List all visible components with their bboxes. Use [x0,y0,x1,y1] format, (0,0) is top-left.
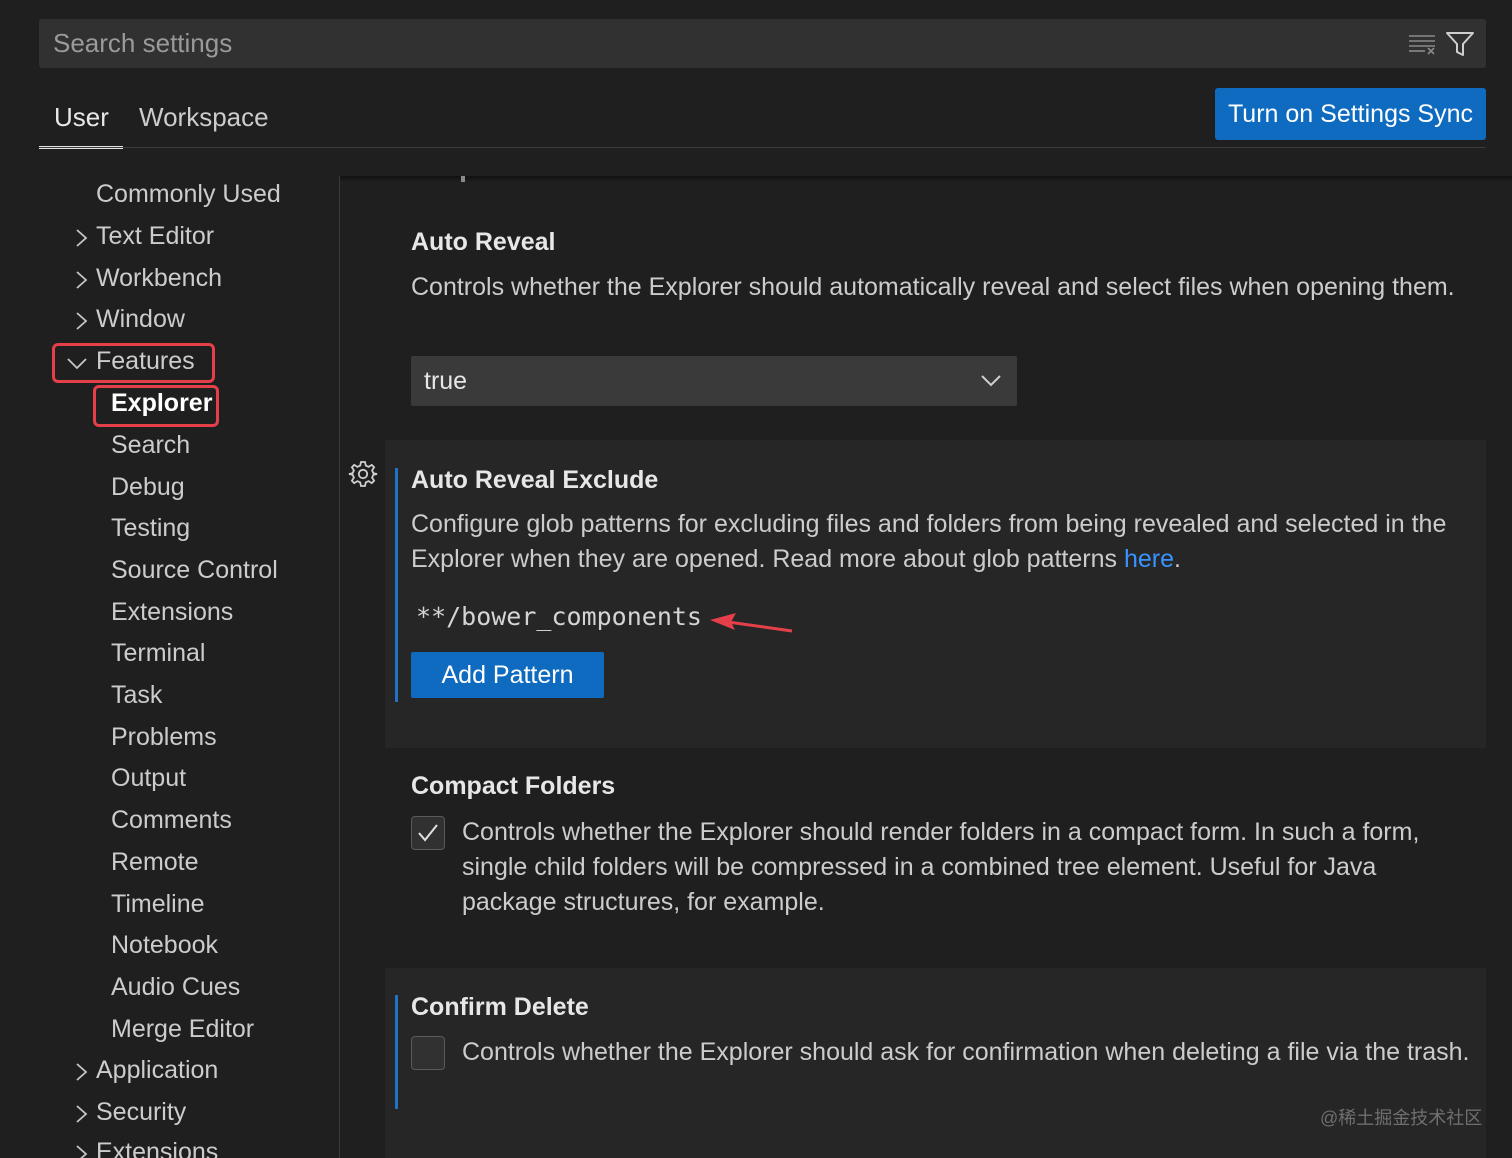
tree-item-label: Search [111,431,191,459]
check-icon [418,824,438,842]
tree-item-label: Security [96,1098,187,1126]
setting-title: Compact Folders [411,772,616,800]
confirm-delete-checkbox[interactable] [411,1036,445,1070]
chevron-right-icon [76,312,88,330]
tree-item-label: Extensions [96,1138,219,1158]
tree-item-label: Notebook [111,931,219,959]
setting-description: Configure glob patterns for excluding fi… [411,507,1471,577]
setting-description: Controls whether the Explorer should aut… [411,273,1455,301]
chevron-right-icon [76,1063,88,1081]
chevron-right-icon [76,229,88,247]
scroll-indicator [461,176,465,182]
search-input[interactable] [53,19,1353,68]
tabs-divider [39,147,1486,148]
description-text: Configure glob patterns for excluding fi… [411,510,1447,573]
scroll-shadow [340,176,1512,182]
auto-reveal-select[interactable]: true [411,356,1017,406]
focus-indicator-bar [395,995,398,1109]
red-arrow-annotation [710,613,793,633]
tree-item-label: Workbench [96,264,222,292]
tree-item-label: Application [96,1056,219,1084]
tree-item-label: Comments [111,806,232,834]
search-bar [39,19,1486,68]
add-pattern-button[interactable]: Add Pattern [411,652,604,698]
exclude-pattern-item[interactable]: **/bower_components [416,602,702,631]
gear-icon[interactable] [348,459,378,489]
filter-icon[interactable] [1445,30,1475,58]
description-end: . [1174,545,1181,573]
tree-item-label: Audio Cues [111,973,241,1001]
watermark: @稀土掘金技术社区 [1320,1108,1483,1128]
tree-item-label: Remote [111,848,199,876]
setting-title: Confirm Delete [411,993,589,1021]
glob-patterns-link[interactable]: here [1124,545,1174,573]
chevron-right-icon [76,1145,88,1158]
setting-description: Controls whether the Explorer should ren… [462,818,1420,916]
tree-item-label: Terminal [111,639,206,667]
select-value: true [424,367,468,395]
tree-item-label: Task [111,681,163,709]
tree-item-label: Debug [111,473,185,501]
tree-item-label: Source Control [111,556,278,584]
tree-item-label: Output [111,764,187,792]
focus-indicator-bar [395,468,398,702]
tree-item-label: Merge Editor [111,1015,255,1043]
clear-filter-icon[interactable] [1407,31,1437,57]
compact-folders-checkbox[interactable] [411,816,445,850]
tree-item-label: Text Editor [96,222,215,250]
settings-list: Auto Reveal Controls whether the Explore… [340,176,1512,1158]
tree-item-label: Commonly Used [96,180,281,208]
tree-item-label: Window [96,305,185,333]
setting-title: Auto Reveal [411,228,556,256]
turn-on-settings-sync-button[interactable]: Turn on Settings Sync [1215,88,1486,140]
tree-item-label: Testing [111,514,191,542]
explorer-highlight-box [93,385,219,427]
setting-title: Auto Reveal Exclude [411,466,659,494]
tab-user[interactable]: User [54,102,109,133]
tree-item-label: Problems [111,723,217,751]
setting-description: Controls whether the Explorer should ask… [462,1038,1470,1066]
settings-toc-tree: Commonly Used Text Editor Workbench Wind… [0,176,338,1158]
chevron-right-icon [76,271,88,289]
chevron-down-icon [981,375,1001,387]
tree-item-label: Extensions [111,598,234,626]
tab-workspace[interactable]: Workspace [139,102,269,133]
chevron-right-icon [76,1105,88,1123]
tree-item-label: Timeline [111,890,205,918]
features-highlight-box [52,343,215,383]
